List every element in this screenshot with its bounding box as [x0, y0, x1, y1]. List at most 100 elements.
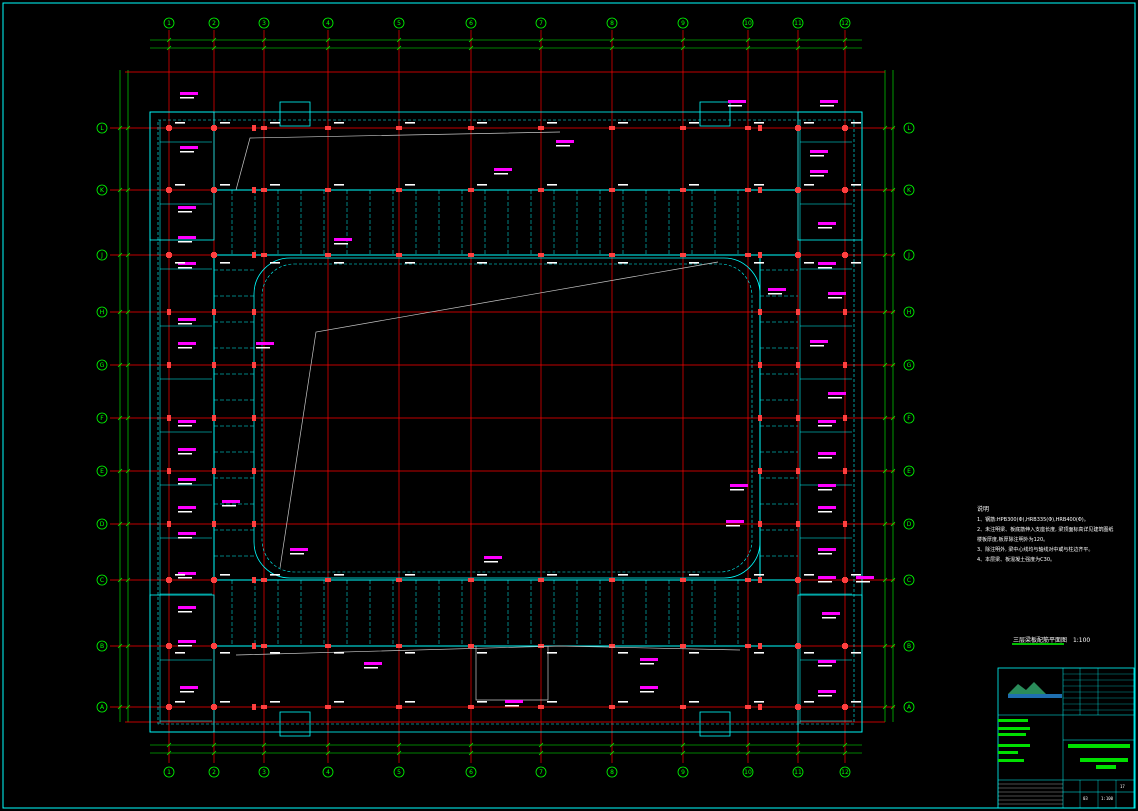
- column: [468, 188, 474, 192]
- beam-label-mark: [405, 122, 415, 124]
- column: [252, 468, 256, 474]
- axis-label: 6: [469, 20, 473, 27]
- axis-label: C: [907, 577, 911, 584]
- axis-label: 1: [167, 769, 171, 776]
- rebar-label-mark: [818, 452, 836, 455]
- axis-label: C: [100, 577, 104, 584]
- axis-label: 10: [744, 20, 752, 27]
- column: [538, 705, 544, 709]
- beam-label-mark: [270, 574, 280, 576]
- axis-label: 9: [681, 769, 685, 776]
- rebar-label-mark: [818, 262, 836, 265]
- rebar-label-sub: [178, 347, 192, 349]
- beam-label-mark: [851, 262, 861, 264]
- column: [325, 705, 331, 709]
- axis-label: D: [907, 521, 912, 528]
- rebar-label-sub: [810, 155, 824, 157]
- column: [758, 187, 762, 193]
- column: [609, 126, 615, 130]
- column: [396, 644, 402, 648]
- beam-label-mark: [754, 652, 764, 654]
- rebar-label-sub: [484, 561, 498, 563]
- rebar-label-mark: [494, 168, 512, 171]
- beam-label-mark: [851, 184, 861, 186]
- column: [212, 187, 216, 193]
- rebar-label-sub: [818, 457, 832, 459]
- column: [167, 252, 171, 258]
- column: [758, 362, 762, 368]
- column: [396, 253, 402, 257]
- rebar-label-mark: [810, 150, 828, 153]
- rebar-label-sub: [178, 645, 192, 647]
- beam-label-mark: [175, 652, 185, 654]
- rebar-label-sub: [818, 695, 832, 697]
- column: [680, 705, 686, 709]
- column: [758, 309, 762, 315]
- axis-label: 3: [262, 769, 266, 776]
- rebar-label-mark: [556, 140, 574, 143]
- column: [843, 187, 847, 193]
- column: [212, 704, 216, 710]
- rebar-label-mark: [222, 500, 240, 503]
- beam-label-mark: [270, 701, 280, 703]
- column: [538, 188, 544, 192]
- beam-label-mark: [804, 574, 814, 576]
- beam-label-mark: [851, 652, 861, 654]
- rebar-label-sub: [640, 691, 654, 693]
- axis-label: 6: [469, 769, 473, 776]
- axis-label: 12: [841, 769, 849, 776]
- general-notes: 说明 1、钢筋:HPB300(Φ),HRB335(Φ),HRB400(Φ)。 2…: [977, 505, 1132, 565]
- beam-label-mark: [547, 652, 557, 654]
- column: [538, 644, 544, 648]
- rebar-label-mark: [828, 392, 846, 395]
- beam-label-mark: [547, 184, 557, 186]
- axis-label: E: [907, 468, 911, 475]
- column: [261, 188, 267, 192]
- beam-label-mark: [754, 184, 764, 186]
- rebar-label-sub: [728, 105, 742, 107]
- column: [745, 705, 751, 709]
- beam-label-mark: [405, 701, 415, 703]
- column: [796, 362, 800, 368]
- beam-label-mark: [754, 262, 764, 264]
- rebar-label-mark: [828, 292, 846, 295]
- column: [167, 704, 171, 710]
- beam-label-mark: [220, 184, 230, 186]
- column: [758, 577, 762, 583]
- beam-label-mark: [477, 652, 487, 654]
- column: [796, 415, 800, 421]
- column: [796, 704, 800, 710]
- beam-label-mark: [405, 652, 415, 654]
- column: [468, 578, 474, 582]
- beam-label-mark: [477, 701, 487, 703]
- rebar-label-mark: [178, 420, 196, 423]
- rebar-label-sub: [818, 227, 832, 229]
- beam-label-mark: [477, 574, 487, 576]
- axis-label: 5: [397, 20, 401, 27]
- axis-label: 4: [326, 769, 330, 776]
- beam-label-mark: [689, 574, 699, 576]
- beam-label-mark: [618, 122, 628, 124]
- axis-label: 11: [794, 769, 802, 776]
- drawing-background: [0, 0, 1138, 811]
- rebar-label-sub: [640, 663, 654, 665]
- beam-label-mark: [618, 262, 628, 264]
- rebar-label-sub: [730, 489, 744, 491]
- column: [758, 415, 762, 421]
- rebar-label-mark: [178, 606, 196, 609]
- column: [252, 643, 256, 649]
- column: [396, 126, 402, 130]
- column: [252, 577, 256, 583]
- beam-label-mark: [618, 701, 628, 703]
- notes-line: 楼板厚度,板厚除注明外为120。: [977, 537, 1049, 543]
- beam-label-mark: [618, 574, 628, 576]
- notes-line: 2、未注明梁、板底筋伸入支座长度, 梁顶面标高详见建筑图纸: [977, 527, 1114, 533]
- column: [261, 705, 267, 709]
- column: [212, 362, 216, 368]
- axis-label: J: [907, 252, 910, 259]
- column: [843, 415, 847, 421]
- beam-label-mark: [689, 122, 699, 124]
- column: [261, 126, 267, 130]
- beam-label-mark: [547, 122, 557, 124]
- beam-label-mark: [477, 184, 487, 186]
